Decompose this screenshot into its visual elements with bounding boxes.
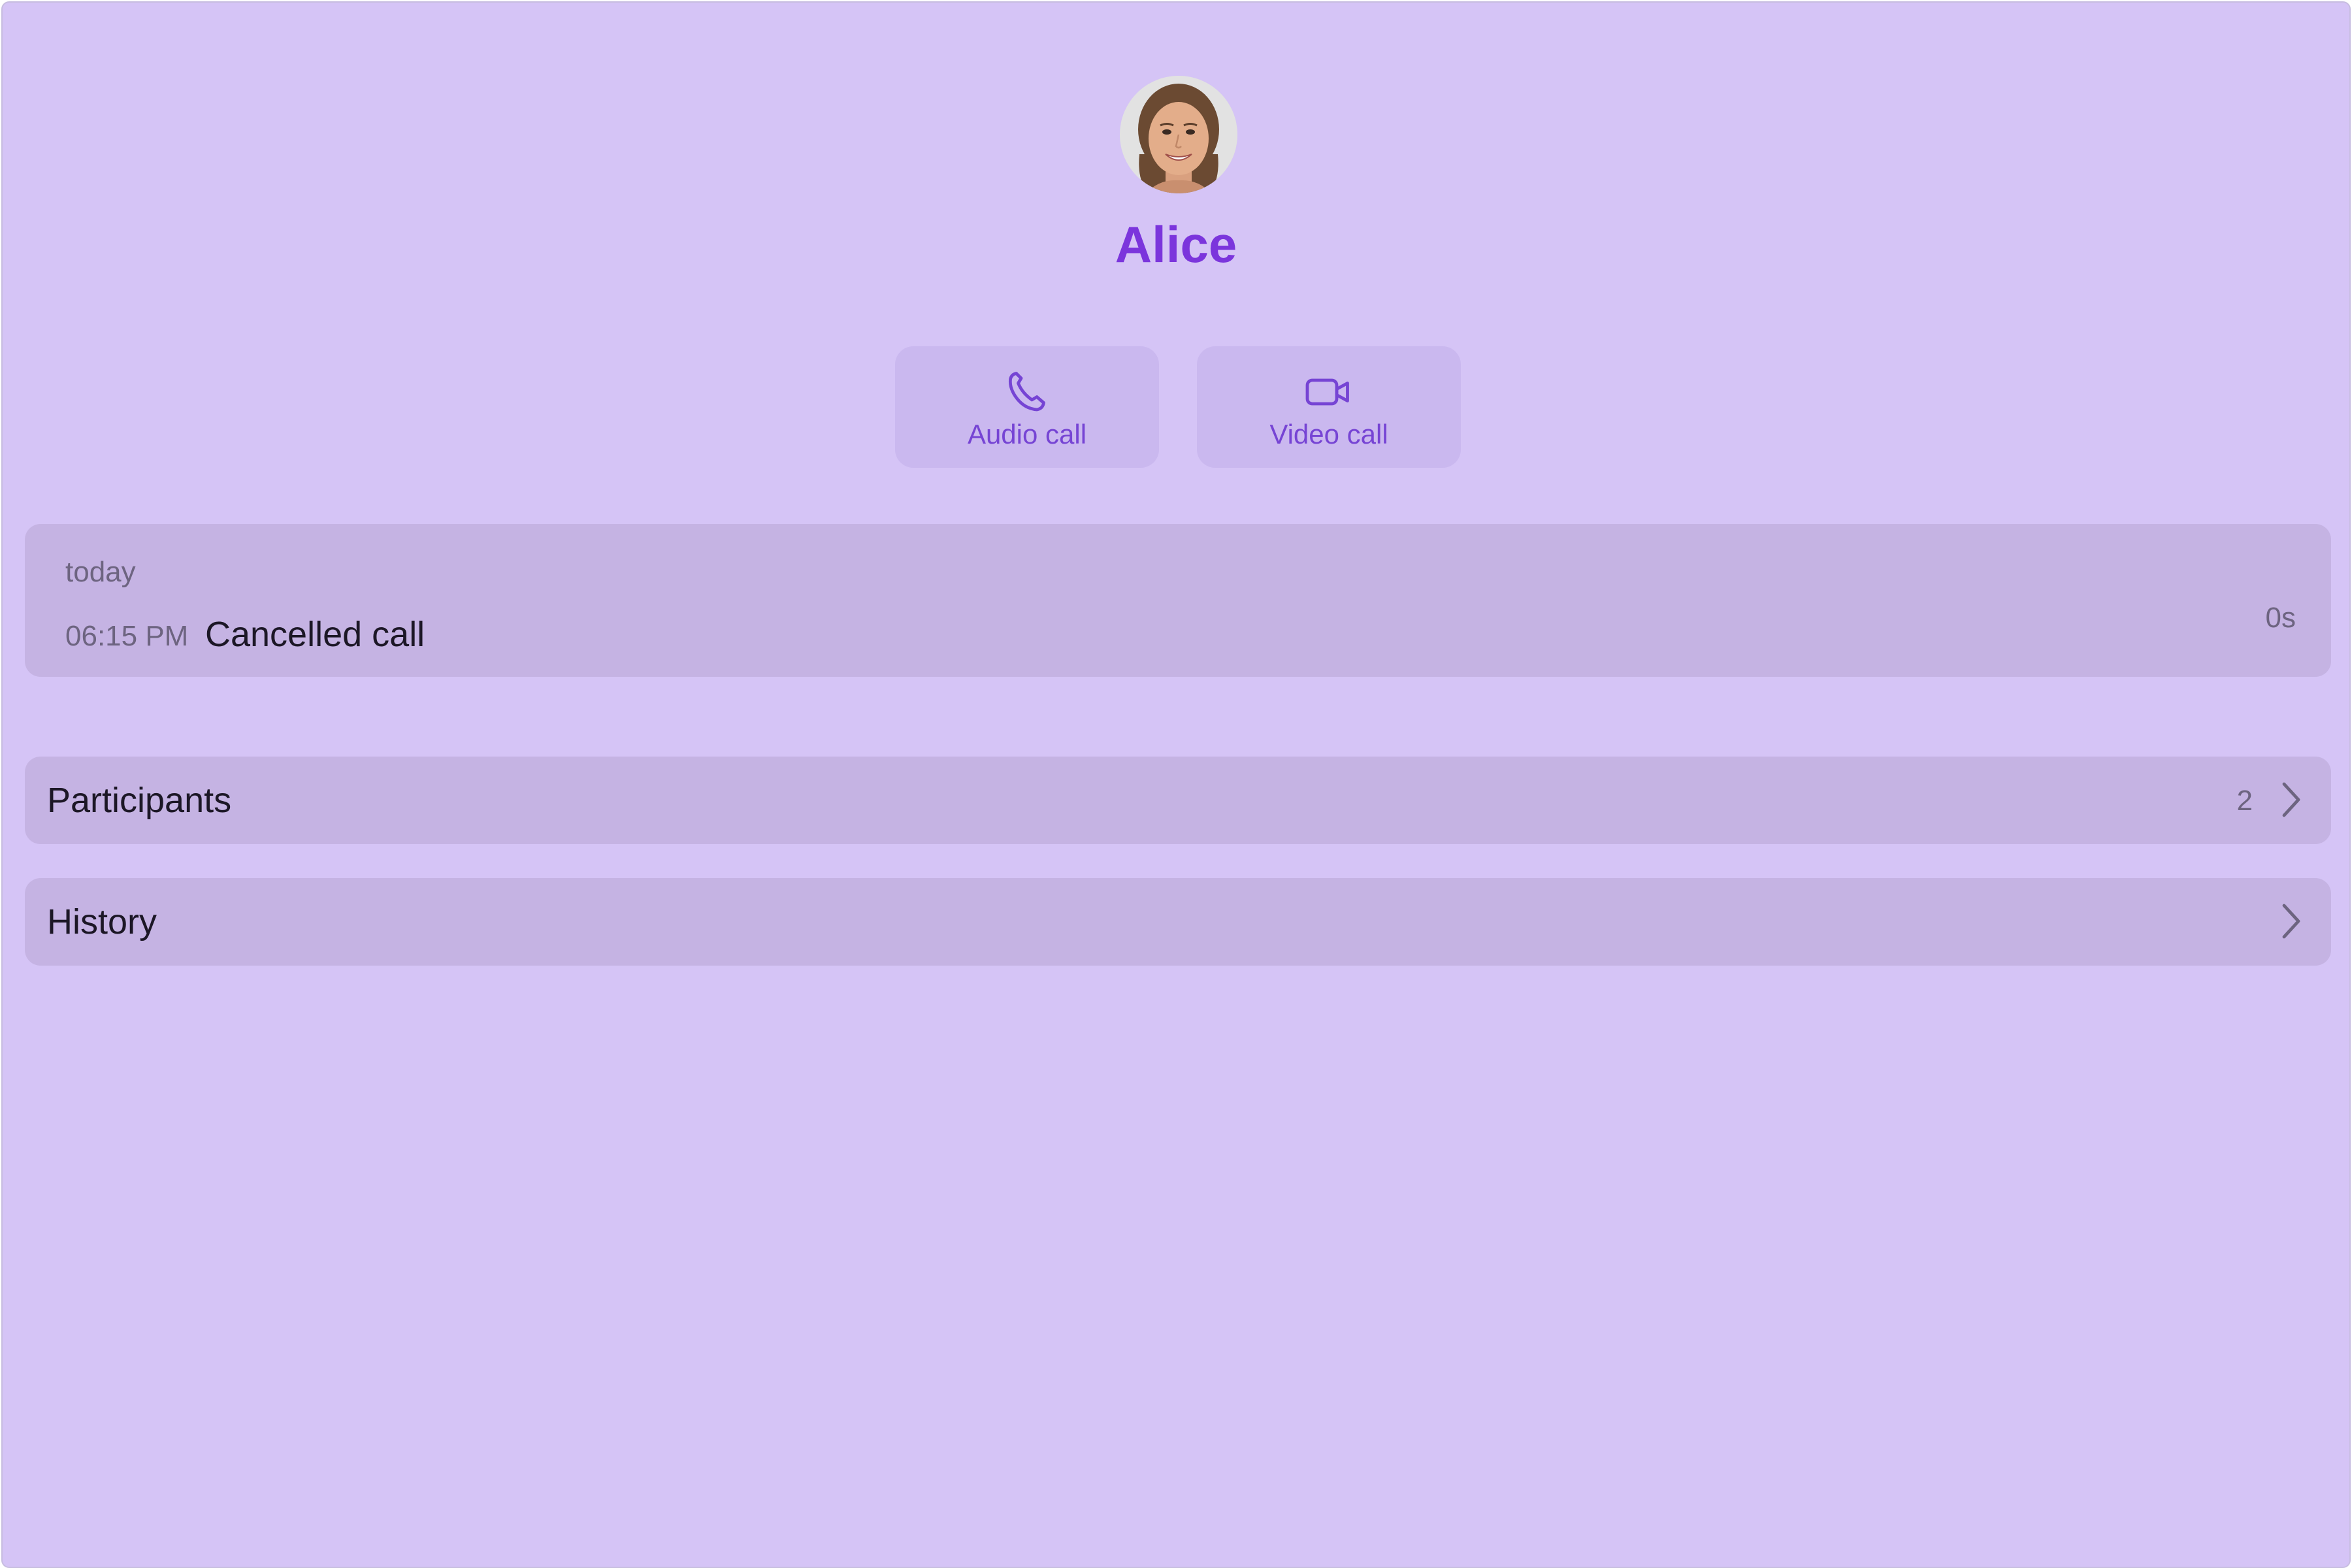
call-time: 06:15 PM <box>65 620 189 652</box>
audio-call-label: Audio call <box>967 419 1087 449</box>
avatar <box>1120 76 1237 193</box>
participants-count: 2 <box>2236 785 2253 817</box>
history-label: History <box>47 902 157 941</box>
avatar-photo <box>1120 76 1237 193</box>
video-camera-icon <box>1303 368 1355 419</box>
contact-name: Alice <box>1115 216 1237 273</box>
video-call-label: Video call <box>1269 419 1388 449</box>
video-call-button[interactable]: Video call <box>1197 346 1461 468</box>
chevron-right-icon <box>2278 779 2304 824</box>
call-duration: 0s <box>2265 602 2296 634</box>
participants-label: Participants <box>47 781 232 820</box>
call-status: Cancelled call <box>205 615 425 654</box>
phone-icon <box>1004 368 1051 419</box>
call-details-window: Alice Audio call Video call today 06:15 … <box>1 1 2351 1568</box>
recent-call-card: today 06:15 PM Cancelled call 0s <box>25 524 2331 677</box>
history-row[interactable]: History <box>25 878 2331 966</box>
chevron-right-icon <box>2278 900 2304 945</box>
participants-row[interactable]: Participants 2 <box>25 757 2331 844</box>
audio-call-button[interactable]: Audio call <box>895 346 1159 468</box>
call-day: today <box>65 556 136 588</box>
